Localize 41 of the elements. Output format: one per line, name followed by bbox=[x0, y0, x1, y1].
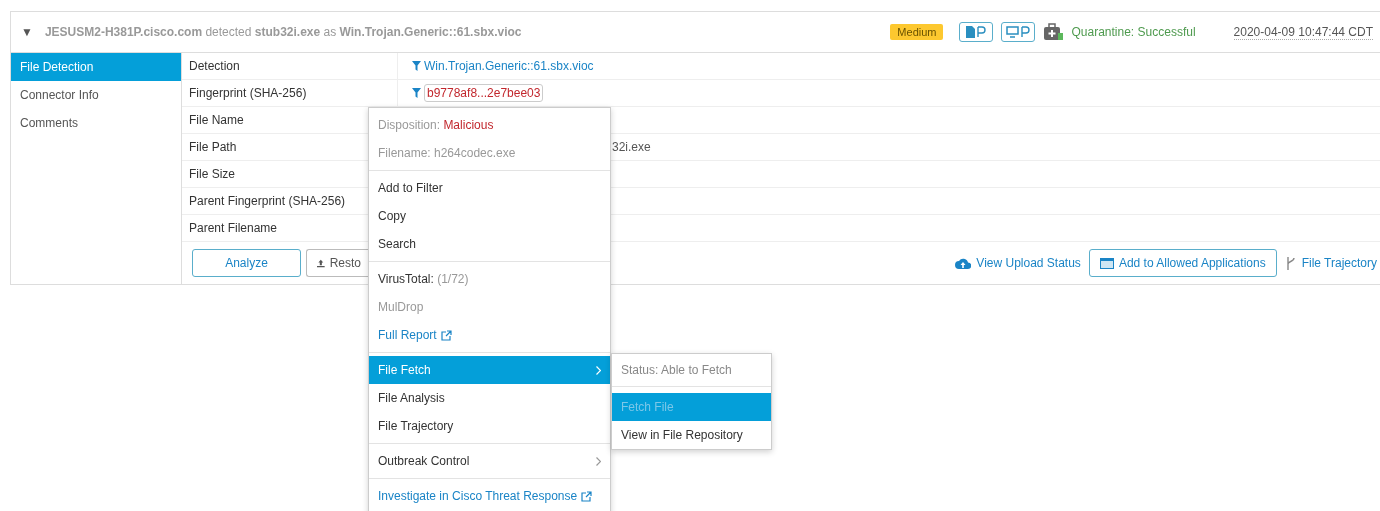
menu-item[interactable]: File Analysis bbox=[369, 384, 610, 412]
detection-link[interactable]: Win.Trojan.Generic::61.sbx.vioc bbox=[424, 59, 594, 73]
medkit-icon bbox=[1043, 23, 1064, 41]
computer-icon-button[interactable] bbox=[1001, 22, 1036, 42]
field-label: Fingerprint (SHA-256) bbox=[182, 80, 398, 106]
menu-link[interactable]: Investigate in Cisco Threat Response bbox=[369, 482, 610, 510]
restore-button[interactable]: Resto bbox=[306, 249, 371, 277]
external-link-icon bbox=[581, 490, 593, 502]
submenu-item[interactable]: Outbreak Control bbox=[369, 447, 610, 475]
analyze-button[interactable]: Analyze bbox=[192, 249, 301, 277]
menu-info: MulDrop bbox=[377, 299, 425, 316]
computer-icon bbox=[1006, 26, 1031, 38]
submenu-item[interactable]: View in File Repository bbox=[612, 421, 771, 449]
event-timestamp: 2020-04-09 10:47:44 CDT bbox=[1233, 24, 1373, 40]
upload-status-link[interactable]: View Upload Status bbox=[955, 256, 1081, 270]
menu-info: VirusTotal: (1/72) bbox=[378, 272, 469, 286]
cloud-upload-icon bbox=[955, 257, 972, 269]
branch-icon bbox=[1284, 256, 1297, 270]
severity-badge: Medium bbox=[890, 24, 944, 40]
chevron-icon bbox=[596, 457, 601, 466]
external-link-icon bbox=[440, 329, 452, 341]
filter-icon[interactable] bbox=[412, 61, 421, 71]
upload-icon bbox=[317, 257, 325, 269]
allow-applications-button[interactable]: Add to Allowed Applications bbox=[1088, 249, 1277, 277]
table-cell: 32i.exe bbox=[612, 140, 651, 154]
fingerprint-hash[interactable]: b9778af8...2e7bee03 bbox=[424, 84, 544, 102]
file-icon bbox=[965, 26, 988, 38]
file-icon-button[interactable] bbox=[959, 22, 994, 42]
chevron-icon bbox=[596, 366, 601, 375]
nav-tab[interactable]: Comments bbox=[11, 109, 181, 137]
filter-icon[interactable] bbox=[412, 88, 421, 98]
nav-tab[interactable]: Connector Info bbox=[11, 81, 181, 109]
menu-item[interactable]: File Trajectory bbox=[369, 412, 610, 440]
field-label: Detection bbox=[182, 53, 398, 79]
menu-link[interactable]: Full Report bbox=[369, 321, 610, 349]
quarantine-status: Quarantine: Successful bbox=[1071, 25, 1196, 39]
file-trajectory-link[interactable]: File Trajectory bbox=[1284, 256, 1377, 270]
collapse-toggle[interactable]: ▼ bbox=[21, 25, 33, 39]
window-icon bbox=[1099, 257, 1114, 269]
event-summary: JESUSM2-H381P.cisco.com detected stub32i.exe as Win.Trojan.Generic::61.sbx.vioc bbox=[44, 25, 522, 39]
fetch-status: Status: Able to Fetch bbox=[612, 354, 771, 387]
